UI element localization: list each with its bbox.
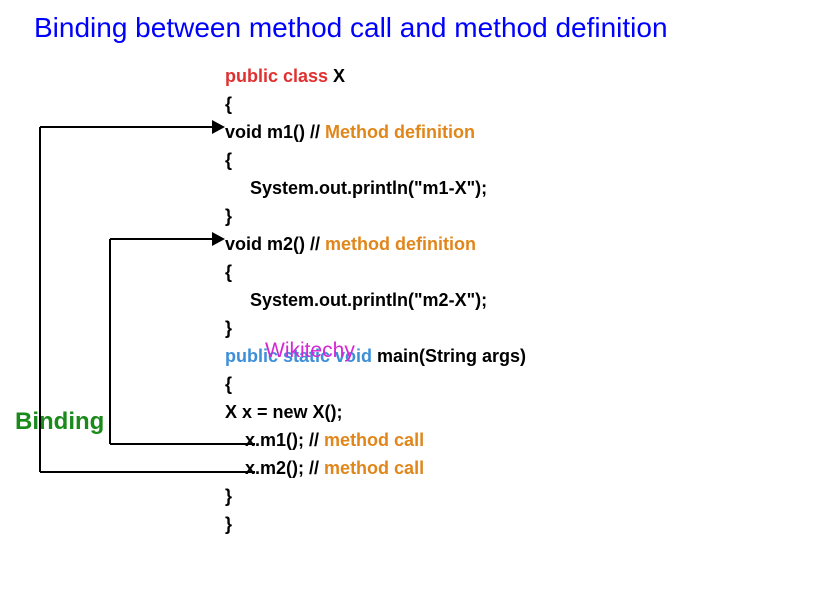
main-signature: main(String args) bbox=[377, 346, 526, 366]
keyword-public-class: public class bbox=[225, 66, 333, 86]
code-line-brace: { bbox=[225, 90, 526, 118]
code-line-brace: { bbox=[225, 258, 526, 286]
code-line-call-m1: x.m1(); // method call bbox=[225, 426, 526, 454]
closing-brace-main: } bbox=[225, 486, 232, 506]
comment-slash: // bbox=[309, 458, 319, 478]
comment-method-def1: Method definition bbox=[320, 122, 475, 142]
comment-method-call1: method call bbox=[319, 430, 424, 450]
code-line-brace: { bbox=[225, 370, 526, 398]
code-line-brace: } bbox=[225, 314, 526, 342]
m1-body: System.out.println("m1-X"); bbox=[250, 178, 487, 198]
code-line-class: public class X bbox=[225, 62, 526, 90]
comment-slash: // bbox=[310, 234, 320, 254]
code-line-brace: } bbox=[225, 202, 526, 230]
class-name: X bbox=[333, 66, 345, 86]
comment-method-call2: method call bbox=[319, 458, 424, 478]
diagram-title: Binding between method call and method d… bbox=[34, 12, 668, 44]
comment-slash: // bbox=[309, 430, 319, 450]
code-line-brace: } bbox=[225, 510, 526, 538]
code-block: public class X { void m1() // Method def… bbox=[225, 62, 526, 538]
watermark: Wikitechy bbox=[265, 339, 355, 363]
code-line-m1-body: System.out.println("m1-X"); bbox=[225, 174, 526, 202]
code-line-brace: } bbox=[225, 482, 526, 510]
new-instance: X x = new X(); bbox=[225, 402, 343, 422]
code-line-m2-body: System.out.println("m2-X"); bbox=[225, 286, 526, 314]
arrow-to-m1 bbox=[212, 120, 225, 134]
code-line-brace: { bbox=[225, 146, 526, 174]
comment-slash: // bbox=[310, 122, 320, 142]
code-line-m1-sig: void m1() // Method definition bbox=[225, 118, 526, 146]
code-line-call-m2: x.m2(); // method call bbox=[225, 454, 526, 482]
code-line-new: X x = new X(); bbox=[225, 398, 526, 426]
call-m2: x.m2(); bbox=[245, 458, 309, 478]
code-line-m2-sig: void m2() // method definition bbox=[225, 230, 526, 258]
closing-brace-class: } bbox=[225, 514, 232, 534]
m2-body: System.out.println("m2-X"); bbox=[250, 290, 487, 310]
m2-signature: void m2() bbox=[225, 234, 310, 254]
binding-label: Binding bbox=[15, 408, 104, 436]
arrow-to-m2 bbox=[212, 232, 225, 246]
comment-method-def2: method definition bbox=[320, 234, 476, 254]
call-m1: x.m1(); bbox=[245, 430, 309, 450]
m1-signature: void m1() bbox=[225, 122, 310, 142]
